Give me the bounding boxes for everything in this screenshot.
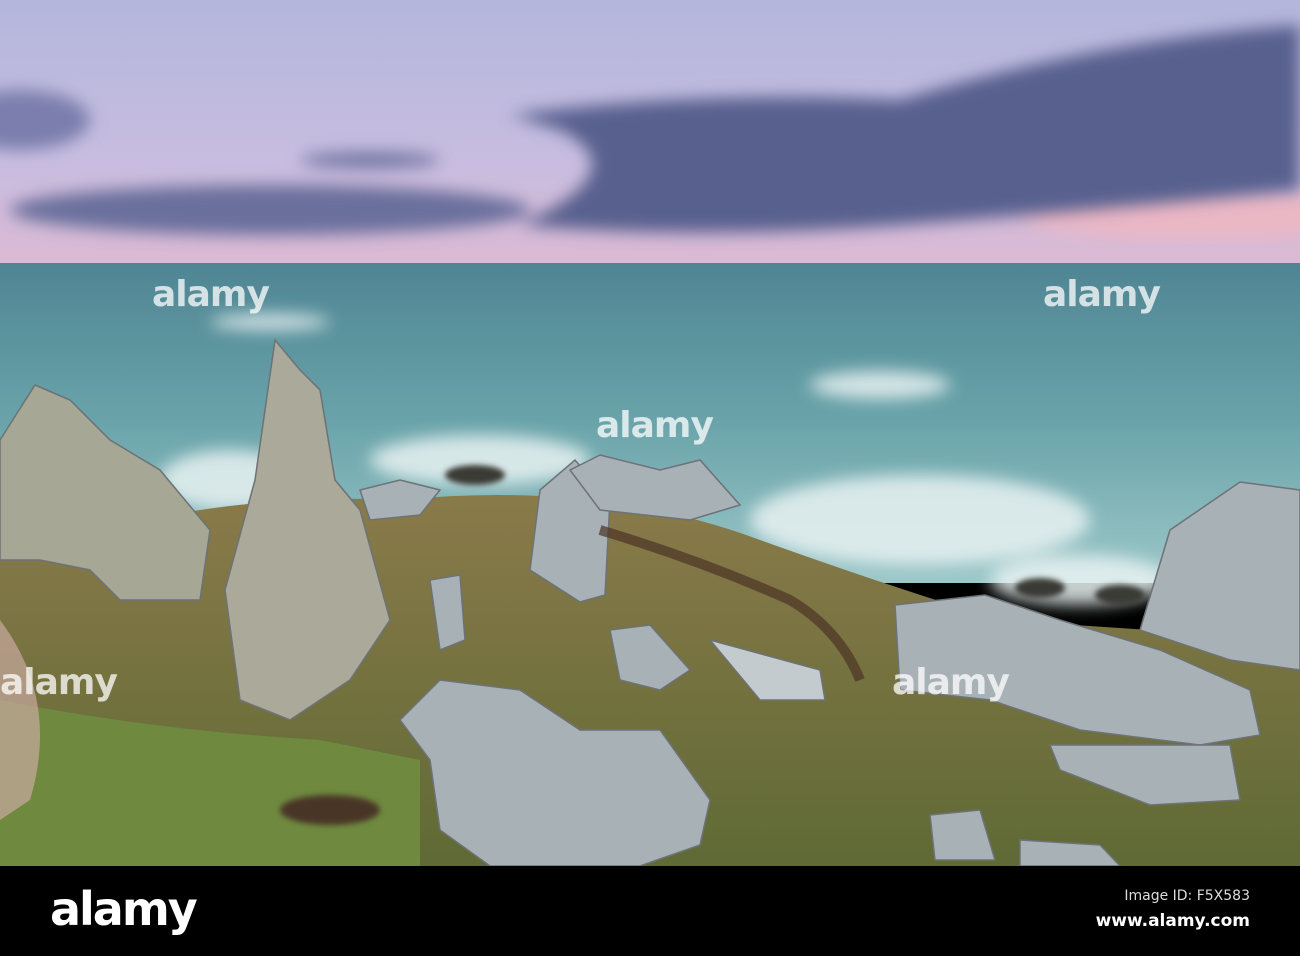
watermark: alamy — [892, 662, 1010, 703]
watermark: alamy — [152, 274, 270, 315]
watermark: alamy — [1043, 274, 1161, 315]
alamy-logo: alamy — [50, 882, 198, 936]
watermark: alamy — [596, 405, 714, 446]
stock-photo: alamy alamy alamy alamy alamy alamy Imag… — [0, 0, 1300, 956]
watermark: alamy — [0, 662, 118, 703]
site-url: www.alamy.com — [1095, 911, 1250, 931]
image-id: Image ID: F5X583 — [1124, 888, 1250, 904]
